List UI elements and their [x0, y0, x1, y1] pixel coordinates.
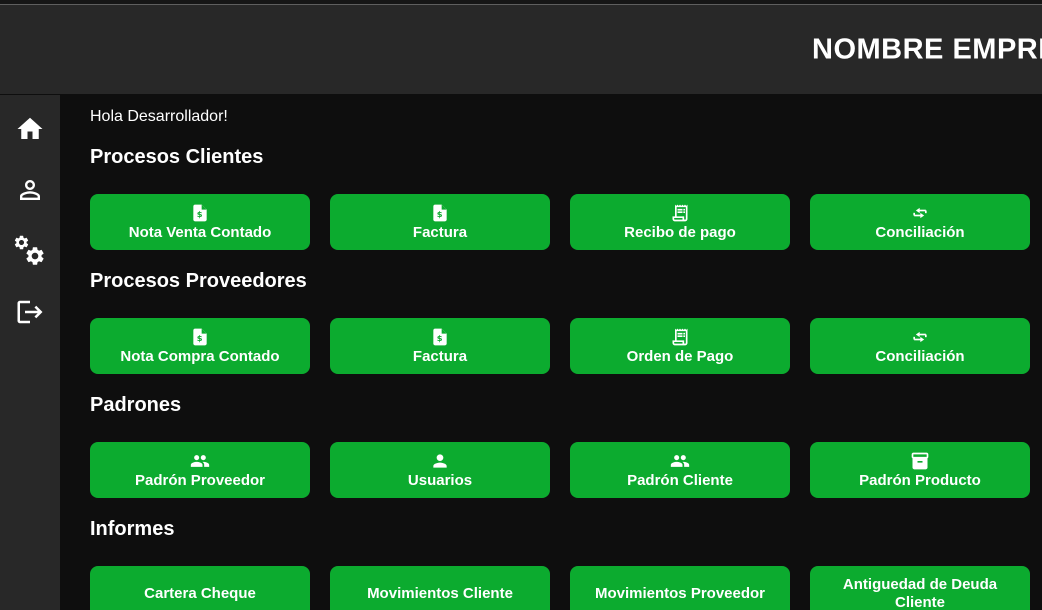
inventory-box-icon	[910, 451, 930, 471]
movimientos-cliente-button[interactable]: Movimientos Cliente	[330, 566, 550, 610]
button-label: Factura	[413, 224, 467, 242]
sidebar	[0, 95, 60, 610]
logout-icon	[15, 297, 45, 327]
group-icon	[190, 451, 210, 471]
money-document-icon	[190, 327, 210, 347]
compare-arrows-icon	[910, 203, 930, 223]
row-informes: Cartera Cheque Movimientos Cliente Movim…	[90, 566, 1030, 610]
button-label: Movimientos Proveedor	[595, 585, 765, 603]
button-label: Nota Compra Contado	[120, 348, 279, 366]
row-procesos-proveedores: Nota Compra Contado Factura Orden de Pag…	[90, 318, 1030, 374]
button-label: Recibo de pago	[624, 224, 736, 242]
receipt-icon	[670, 203, 690, 223]
button-label: Factura	[413, 348, 467, 366]
money-document-icon	[430, 203, 450, 223]
section-title-procesos-proveedores: Procesos Proveedores	[90, 270, 1030, 292]
movimientos-proveedor-button[interactable]: Movimientos Proveedor	[570, 566, 790, 610]
app-title: NOMBRE EMPRESA	[812, 33, 1042, 66]
usuarios-button[interactable]: Usuarios	[330, 442, 550, 498]
button-label: Padrón Cliente	[627, 472, 733, 490]
orden-de-pago-button[interactable]: Orden de Pago	[570, 318, 790, 374]
group-icon	[670, 451, 690, 471]
conciliacion-cliente-button[interactable]: Conciliación	[810, 194, 1030, 250]
cartera-cheque-button[interactable]: Cartera Cheque	[90, 566, 310, 610]
compare-arrows-icon	[910, 327, 930, 347]
factura-proveedor-button[interactable]: Factura	[330, 318, 550, 374]
receipt-icon	[670, 327, 690, 347]
money-document-icon	[430, 327, 450, 347]
button-label: Movimientos Cliente	[367, 585, 513, 603]
antiguedad-deuda-cliente-button[interactable]: Antiguedad de Deuda Cliente	[810, 566, 1030, 610]
money-document-icon	[190, 203, 210, 223]
section-title-padrones: Padrones	[90, 394, 1030, 416]
row-procesos-clientes: Nota Venta Contado Factura Recibo de pag…	[90, 194, 1030, 250]
sidebar-item-home[interactable]	[13, 112, 47, 146]
nota-venta-contado-button[interactable]: Nota Venta Contado	[90, 194, 310, 250]
button-label: Orden de Pago	[627, 348, 734, 366]
button-label: Usuarios	[408, 472, 472, 490]
padron-cliente-button[interactable]: Padrón Cliente	[570, 442, 790, 498]
home-icon	[15, 114, 45, 144]
app-header: NOMBRE EMPRESA	[0, 5, 1042, 94]
button-label: Conciliación	[875, 348, 964, 366]
button-label: Antiguedad de Deuda Cliente	[818, 576, 1022, 610]
recibo-de-pago-button[interactable]: Recibo de pago	[570, 194, 790, 250]
sidebar-item-settings[interactable]	[13, 234, 47, 268]
sidebar-item-user[interactable]	[13, 173, 47, 207]
row-padrones: Padrón Proveedor Usuarios Padrón Cliente…	[90, 442, 1030, 498]
main-content: Hola Desarrollador! Procesos Clientes No…	[60, 95, 1042, 610]
padron-producto-button[interactable]: Padrón Producto	[810, 442, 1030, 498]
button-label: Cartera Cheque	[144, 585, 256, 603]
button-label: Padrón Proveedor	[135, 472, 265, 490]
user-outline-icon	[15, 175, 45, 205]
padron-proveedor-button[interactable]: Padrón Proveedor	[90, 442, 310, 498]
factura-cliente-button[interactable]: Factura	[330, 194, 550, 250]
section-title-informes: Informes	[90, 518, 1030, 540]
section-title-procesos-clientes: Procesos Clientes	[90, 146, 1030, 168]
nota-compra-contado-button[interactable]: Nota Compra Contado	[90, 318, 310, 374]
person-icon	[430, 451, 450, 471]
button-label: Nota Venta Contado	[129, 224, 272, 242]
conciliacion-proveedor-button[interactable]: Conciliación	[810, 318, 1030, 374]
greeting-text: Hola Desarrollador!	[90, 108, 1030, 126]
button-label: Conciliación	[875, 224, 964, 242]
gears-icon	[13, 234, 47, 268]
sidebar-item-logout[interactable]	[13, 295, 47, 329]
button-label: Padrón Producto	[859, 472, 981, 490]
